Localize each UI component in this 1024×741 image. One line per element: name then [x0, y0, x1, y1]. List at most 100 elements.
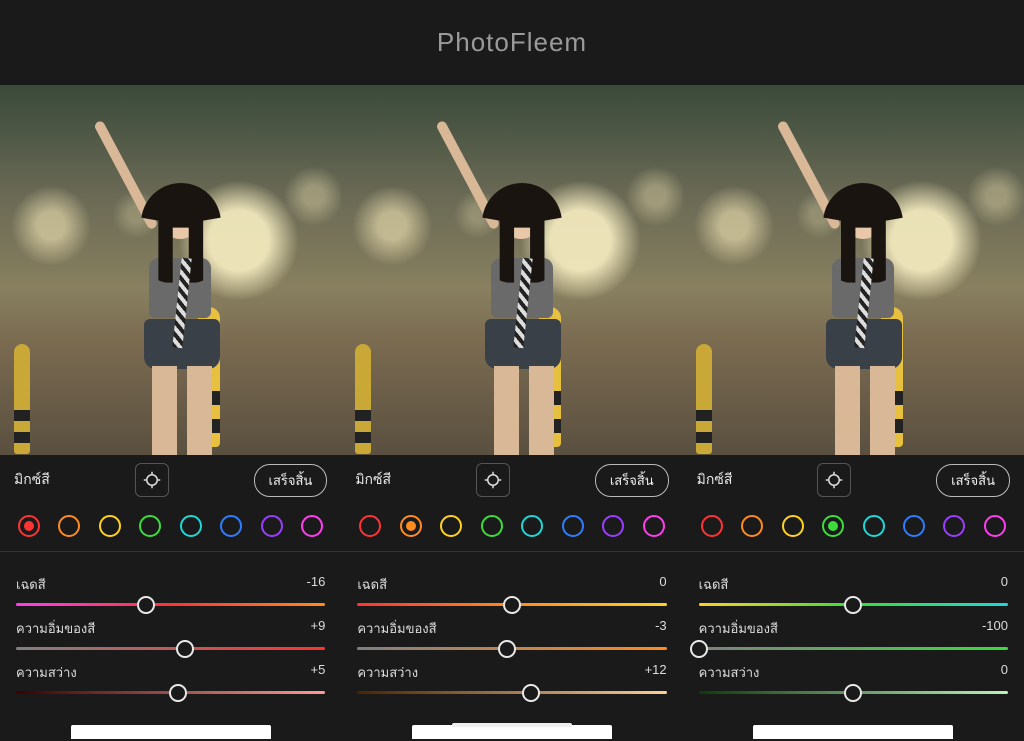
hue-thumb[interactable]: [137, 596, 155, 614]
color-swatch[interactable]: [822, 515, 844, 537]
saturation-track[interactable]: [699, 647, 1008, 650]
color-mix-label: มิกซ์สี: [697, 469, 733, 491]
editor-panel: มิกซ์สี เสร็จสิ้นเฉดสี0ความอิ่มของสี-3คว…: [341, 85, 682, 741]
target-adjust-button[interactable]: [476, 463, 510, 497]
saturation-label: ความอิ่มของสี: [357, 618, 436, 639]
hue-thumb[interactable]: [503, 596, 521, 614]
color-swatch[interactable]: [602, 515, 624, 537]
color-swatch[interactable]: [863, 515, 885, 537]
target-icon: [484, 471, 502, 489]
bottom-strip: [753, 725, 953, 739]
saturation-thumb[interactable]: [176, 640, 194, 658]
editor-panel: มิกซ์สี เสร็จสิ้นเฉดสี 0 ความอิ่มของสี-100…: [683, 85, 1024, 741]
luminance-slider[interactable]: ความสว่าง +12: [357, 662, 666, 694]
luminance-slider[interactable]: ความสว่าง +5: [16, 662, 325, 694]
color-swatch-row: [0, 501, 341, 547]
luminance-label: ความสว่าง: [16, 662, 77, 683]
luminance-value: +5: [311, 662, 326, 683]
luminance-value: 0: [1001, 662, 1008, 683]
color-swatch[interactable]: [139, 515, 161, 537]
hue-slider[interactable]: เฉดสี -16: [16, 574, 325, 606]
luminance-track[interactable]: [16, 691, 325, 694]
saturation-track[interactable]: [357, 647, 666, 650]
luminance-track[interactable]: [357, 691, 666, 694]
saturation-value: -100: [982, 618, 1008, 639]
saturation-label: ความอิ่มของสี: [16, 618, 95, 639]
color-swatch[interactable]: [481, 515, 503, 537]
app-header: PhotoFleem: [0, 0, 1024, 85]
divider: [341, 551, 682, 552]
saturation-slider[interactable]: ความอิ่มของสี-3: [357, 618, 666, 650]
photo-preview: [341, 85, 682, 455]
target-adjust-button[interactable]: [135, 463, 169, 497]
color-swatch[interactable]: [562, 515, 584, 537]
color-swatch[interactable]: [903, 515, 925, 537]
target-icon: [825, 471, 843, 489]
luminance-thumb[interactable]: [169, 684, 187, 702]
color-swatch[interactable]: [782, 515, 804, 537]
color-swatch[interactable]: [440, 515, 462, 537]
hue-label: เฉดสี: [699, 574, 729, 595]
luminance-value: +12: [645, 662, 667, 683]
color-swatch-row: [683, 501, 1024, 547]
color-swatch[interactable]: [180, 515, 202, 537]
sliders-group: เฉดสี 0 ความอิ่มของสี-3 ความสว่าง +12: [341, 558, 682, 706]
color-swatch[interactable]: [701, 515, 723, 537]
color-swatch[interactable]: [58, 515, 80, 537]
color-mix-toolbar: มิกซ์สี เสร็จสิ้น: [683, 453, 1024, 501]
luminance-label: ความสว่าง: [699, 662, 760, 683]
target-icon: [143, 471, 161, 489]
luminance-thumb[interactable]: [522, 684, 540, 702]
hue-thumb[interactable]: [844, 596, 862, 614]
hue-value: 0: [659, 574, 666, 595]
color-swatch[interactable]: [220, 515, 242, 537]
hue-slider[interactable]: เฉดสี 0: [699, 574, 1008, 606]
color-swatch[interactable]: [741, 515, 763, 537]
bottom-strip: [412, 725, 612, 739]
color-swatch-row: [341, 501, 682, 547]
bottom-strip: [71, 725, 271, 739]
luminance-slider[interactable]: ความสว่าง 0: [699, 662, 1008, 694]
color-swatch[interactable]: [359, 515, 381, 537]
color-swatch[interactable]: [400, 515, 422, 537]
luminance-thumb[interactable]: [844, 684, 862, 702]
hue-label: เฉดสี: [357, 574, 387, 595]
luminance-track[interactable]: [699, 691, 1008, 694]
target-adjust-button[interactable]: [817, 463, 851, 497]
hue-track[interactable]: [16, 603, 325, 606]
hue-label: เฉดสี: [16, 574, 46, 595]
saturation-thumb[interactable]: [498, 640, 516, 658]
color-swatch[interactable]: [99, 515, 121, 537]
done-button[interactable]: เสร็จสิ้น: [936, 464, 1010, 497]
editor-panel: มิกซ์สี เสร็จสิ้นเฉดสี -16 ความอิ่มของสี+9…: [0, 85, 341, 741]
photo-preview: [683, 85, 1024, 455]
color-swatch[interactable]: [301, 515, 323, 537]
app-title: PhotoFleem: [437, 27, 587, 58]
hue-value: -16: [307, 574, 326, 595]
color-swatch[interactable]: [943, 515, 965, 537]
saturation-thumb[interactable]: [690, 640, 708, 658]
divider: [0, 551, 341, 552]
color-swatch[interactable]: [521, 515, 543, 537]
color-mix-toolbar: มิกซ์สี เสร็จสิ้น: [341, 453, 682, 501]
photo-preview: [0, 85, 341, 455]
color-mix-label: มิกซ์สี: [355, 469, 391, 491]
color-mix-label: มิกซ์สี: [14, 469, 50, 491]
hue-track[interactable]: [699, 603, 1008, 606]
saturation-slider[interactable]: ความอิ่มของสี+9: [16, 618, 325, 650]
luminance-label: ความสว่าง: [357, 662, 418, 683]
divider: [683, 551, 1024, 552]
color-swatch[interactable]: [261, 515, 283, 537]
saturation-track[interactable]: [16, 647, 325, 650]
hue-track[interactable]: [357, 603, 666, 606]
done-button[interactable]: เสร็จสิ้น: [254, 464, 328, 497]
done-button[interactable]: เสร็จสิ้น: [595, 464, 669, 497]
saturation-slider[interactable]: ความอิ่มของสี-100: [699, 618, 1008, 650]
color-swatch[interactable]: [984, 515, 1006, 537]
color-swatch[interactable]: [643, 515, 665, 537]
hue-value: 0: [1001, 574, 1008, 595]
panels-row: มิกซ์สี เสร็จสิ้นเฉดสี -16 ความอิ่มของสี+9…: [0, 85, 1024, 741]
hue-slider[interactable]: เฉดสี 0: [357, 574, 666, 606]
color-swatch[interactable]: [18, 515, 40, 537]
sliders-group: เฉดสี 0 ความอิ่มของสี-100 ความสว่าง 0: [683, 558, 1024, 706]
